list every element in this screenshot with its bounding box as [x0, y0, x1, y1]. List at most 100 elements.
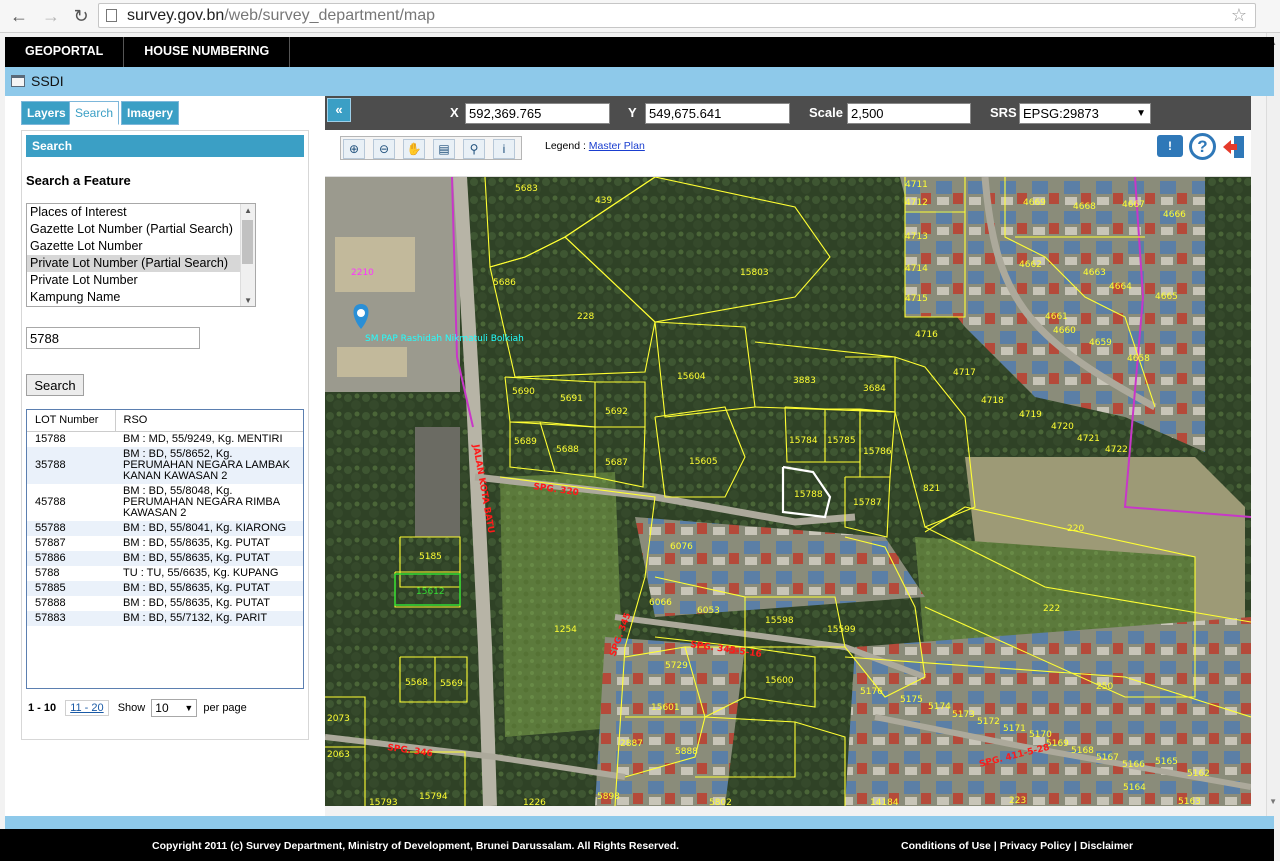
- scroll-thumb[interactable]: [242, 220, 253, 264]
- feature-type-list[interactable]: Places of Interest Gazette Lot Number (P…: [26, 203, 256, 307]
- legend-master-plan-link[interactable]: Master Plan: [589, 140, 645, 152]
- y-coordinate-input[interactable]: 549,675.641: [645, 103, 790, 124]
- feature-title: Search a Feature: [26, 173, 131, 188]
- collapse-panel-button[interactable]: «: [327, 98, 351, 122]
- nav-house-numbering[interactable]: HOUSE NUMBERING: [124, 37, 291, 67]
- search-input[interactable]: [26, 327, 200, 349]
- lot-label: 15598: [765, 616, 794, 626]
- help-icon[interactable]: ?: [1189, 133, 1216, 160]
- column-lot-number[interactable]: LOT Number: [27, 410, 116, 432]
- lot-label: 5185: [419, 552, 442, 562]
- lot-label: 5164: [1123, 783, 1146, 793]
- zoom-box-icon[interactable]: ⚲: [463, 139, 485, 159]
- table-row[interactable]: 35788 BM : BD, 55/8652, Kg. PERUMAHAN NEG…: [27, 446, 303, 484]
- lot-label: 5691: [560, 394, 583, 404]
- lot-label: 15803: [740, 268, 769, 278]
- feature-option[interactable]: Places of Interest: [27, 204, 242, 221]
- feature-option[interactable]: Private Lot Number: [27, 272, 242, 289]
- table-row[interactable]: 57886 BM : BD, 55/8635, Kg. PUTAT: [27, 550, 303, 566]
- app-title: SSDI: [31, 73, 64, 89]
- info-icon[interactable]: i: [493, 139, 515, 159]
- rso-cell: BM : BD, 55/7132, Kg. PARIT: [115, 610, 303, 626]
- lot-label: 15785: [827, 436, 856, 446]
- scroll-down-icon[interactable]: ▼: [1269, 797, 1277, 806]
- map-canvas[interactable]: 5683 439 15803 5686 2210 228 15604 3883 3684 5690…: [325, 177, 1251, 806]
- page-icon: [106, 9, 117, 22]
- lot-label: 2063: [327, 750, 350, 760]
- conditions-of-use-link[interactable]: Conditions of Use: [898, 840, 994, 852]
- url-path: /web/survey_department/map: [224, 7, 436, 24]
- table-row[interactable]: 57885 BM : BD, 55/8635, Kg. PUTAT: [27, 580, 303, 596]
- forward-icon[interactable]: →: [40, 5, 62, 27]
- feature-option[interactable]: Gazette Lot Number (Partial Search): [27, 221, 242, 238]
- table-row[interactable]: 5788 TU : TU, 55/6635, Kg. KUPANG: [27, 566, 303, 581]
- lot-label: 4711: [905, 180, 928, 190]
- reload-icon[interactable]: ↻: [70, 5, 92, 27]
- rso-cell: BM : BD, 55/8635, Kg. PUTAT: [115, 580, 303, 596]
- page-scrollbar[interactable]: [1266, 33, 1280, 861]
- x-coordinate-input[interactable]: 592,369.765: [465, 103, 610, 124]
- coordinate-bar: « X 592,369.765 Y 549,675.641 Scale 2,50…: [325, 96, 1251, 130]
- feedback-icon[interactable]: !: [1157, 135, 1183, 157]
- lot-label: 223: [1009, 796, 1026, 806]
- pager-next-link[interactable]: 11 - 20: [65, 699, 109, 716]
- lot-label: 5687: [605, 458, 628, 468]
- address-bar[interactable]: survey.gov.bn/web/survey_department/map …: [98, 3, 1256, 28]
- lot-number-cell: 57886: [27, 550, 115, 566]
- lot-label: 4716: [915, 330, 938, 340]
- table-row[interactable]: 15788 BM : MD, 55/9249, Kg. MENTIRI: [27, 431, 303, 447]
- tab-search[interactable]: Search: [69, 101, 120, 125]
- disclaimer-link[interactable]: Disclaimer: [1077, 840, 1136, 852]
- lot-label: 4713: [905, 232, 928, 242]
- lot-number-cell: 57883: [27, 610, 115, 626]
- feature-option-selected[interactable]: Private Lot Number (Partial Search): [27, 255, 242, 272]
- bookmark-star-icon[interactable]: ☆: [1231, 4, 1247, 27]
- url-host: survey.gov.bn: [127, 7, 225, 24]
- rso-cell: BM : MD, 55/9249, Kg. MENTIRI: [123, 432, 283, 445]
- search-header: Search: [26, 135, 304, 157]
- table-row[interactable]: 57887 BM : BD, 55/8635, Kg. PUTAT: [27, 536, 303, 551]
- lot-label: 5688: [556, 445, 579, 455]
- feature-option[interactable]: Kampung Name: [27, 289, 242, 306]
- map-svg[interactable]: 5683 439 15803 5686 2210 228 15604 3883 3684 5690…: [325, 177, 1251, 806]
- legend-label: Legend : Master Plan: [545, 140, 645, 152]
- rso-cell: BM : BD, 55/8041, Kg. KIARONG: [115, 520, 303, 536]
- lot-label: 5683: [515, 184, 538, 194]
- per-page-label: per page: [203, 701, 247, 714]
- feature-list-scrollbar[interactable]: ▲ ▼: [240, 204, 255, 306]
- table-row[interactable]: 55788 BM : BD, 55/8041, Kg. KIARONG: [27, 520, 303, 536]
- lot-label: 4663: [1083, 268, 1106, 278]
- lot-label: 5689: [514, 437, 537, 447]
- tab-layers[interactable]: Layers: [21, 101, 72, 125]
- srs-select[interactable]: EPSG:29873 ▼: [1019, 103, 1151, 124]
- lot-label: 5162: [1187, 769, 1210, 779]
- scale-input[interactable]: 2,500: [847, 103, 971, 124]
- zoom-in-icon[interactable]: ⊕: [343, 139, 365, 159]
- pan-hand-icon[interactable]: ✋: [403, 139, 425, 159]
- privacy-policy-link[interactable]: Privacy Policy: [997, 840, 1074, 852]
- zoom-out-icon[interactable]: ⊖: [373, 139, 395, 159]
- search-button[interactable]: Search: [26, 374, 84, 396]
- measure-ruler-icon[interactable]: ▤: [433, 139, 455, 159]
- scroll-up-icon[interactable]: ▲: [244, 206, 252, 215]
- lot-label: 15787: [853, 498, 882, 508]
- pager: 1 - 10 11 - 20 Show 10 ▼ per page: [28, 699, 247, 717]
- scroll-down-icon[interactable]: ▼: [244, 296, 252, 305]
- table-row[interactable]: 45788 BM : BD, 55/8048, Kg. PERUMAHAN NEG…: [27, 484, 303, 521]
- nav-geoportal[interactable]: GEOPORTAL: [5, 37, 125, 67]
- lot-label: 222: [1043, 604, 1060, 614]
- lot-label: 5729: [665, 661, 688, 671]
- lot-label: 5692: [605, 407, 628, 417]
- lot-label: 5169: [1046, 739, 1069, 749]
- tab-imagery[interactable]: Imagery: [121, 101, 180, 125]
- back-icon[interactable]: ←: [8, 5, 30, 27]
- lot-label: 5888: [675, 747, 698, 757]
- exit-icon[interactable]: [1221, 134, 1247, 160]
- lot-label: 228: [577, 312, 594, 322]
- column-rso[interactable]: RSO: [115, 410, 303, 432]
- table-row[interactable]: 57883 BM : BD, 55/7132, Kg. PARIT: [27, 610, 303, 626]
- lot-label: 6053: [697, 606, 720, 616]
- page-size-select[interactable]: 10 ▼: [151, 699, 198, 717]
- table-row[interactable]: 57888 BM : BD, 55/8635, Kg. PUTAT: [27, 596, 303, 611]
- feature-option[interactable]: Gazette Lot Number: [27, 238, 242, 255]
